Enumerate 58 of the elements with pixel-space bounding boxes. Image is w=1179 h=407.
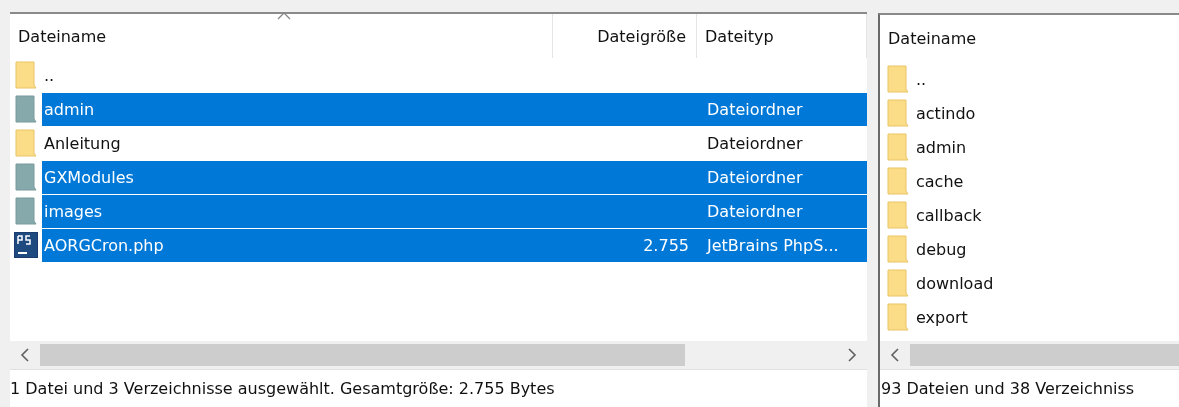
column-header[interactable]: Dateiname: [880, 15, 1179, 62]
file-name: ..: [43, 65, 56, 85]
folder-icon: [887, 99, 909, 127]
file-row[interactable]: admin Dateiordner: [42, 92, 867, 126]
folder-icon: [887, 201, 909, 229]
file-name: Anleitung: [43, 133, 122, 153]
folder-icon: [887, 303, 909, 331]
file-type: Dateiordner: [707, 201, 803, 221]
file-name: admin: [43, 99, 96, 119]
folder-icon: [15, 95, 37, 123]
file-row[interactable]: export: [914, 300, 1179, 334]
status-text: 93 Dateien und 38 Verzeichniss: [881, 379, 1135, 398]
folder-icon: [15, 61, 37, 89]
file-row[interactable]: cache: [914, 164, 1179, 198]
file-row[interactable]: debug: [914, 232, 1179, 266]
file-name: export: [915, 307, 969, 327]
status-text: 1 Datei und 3 Verzeichnisse ausgewählt. Gesamtgröße: 2.755 Bytes: [10, 379, 555, 398]
file-name: ..: [915, 69, 928, 89]
file-type: Dateiordner: [707, 99, 803, 119]
file-name: debug: [915, 239, 968, 259]
scrollbar-thumb[interactable]: [40, 344, 685, 366]
file-name: actindo: [915, 103, 977, 123]
file-type: Dateiordner: [707, 167, 803, 187]
file-name: images: [43, 201, 104, 221]
file-type: JetBrains PhpS...: [707, 235, 839, 255]
file-icon: [13, 231, 39, 259]
scroll-left-icon[interactable]: [890, 348, 900, 362]
file-row[interactable]: download: [914, 266, 1179, 300]
folder-icon: [15, 163, 37, 191]
file-row[interactable]: GXModules Dateiordner: [42, 160, 867, 194]
file-row[interactable]: callback: [914, 198, 1179, 232]
file-row[interactable]: AORGCron.php 2.755 JetBrains PhpS...: [42, 228, 867, 262]
file-row[interactable]: Anleitung Dateiordner: [42, 126, 867, 160]
file-row[interactable]: admin: [914, 130, 1179, 164]
file-row[interactable]: images Dateiordner: [42, 194, 867, 228]
file-name: callback: [915, 205, 983, 225]
file-name: admin: [915, 137, 968, 157]
file-type: Dateiordner: [707, 133, 803, 153]
column-header[interactable]: Dateityp: [697, 14, 867, 58]
folder-icon: [887, 167, 909, 195]
file-name: download: [915, 273, 995, 293]
folder-icon: [887, 65, 909, 93]
file-name: cache: [915, 171, 965, 191]
scroll-right-icon[interactable]: [847, 348, 857, 362]
scroll-left-icon[interactable]: [20, 348, 30, 362]
file-row[interactable]: actindo: [914, 96, 1179, 130]
folder-icon: [15, 197, 37, 225]
file-row[interactable]: ..: [42, 58, 867, 92]
file-size: 2.755: [643, 235, 689, 255]
column-header[interactable]: Dateigröße: [553, 14, 697, 58]
folder-icon: [887, 133, 909, 161]
folder-icon: [887, 235, 909, 263]
file-name: GXModules: [43, 167, 135, 187]
file-name: AORGCron.php: [43, 235, 165, 255]
file-row[interactable]: ..: [914, 62, 1179, 96]
folder-icon: [887, 269, 909, 297]
column-header[interactable]: Dateiname: [10, 14, 553, 58]
folder-icon: [15, 129, 37, 157]
